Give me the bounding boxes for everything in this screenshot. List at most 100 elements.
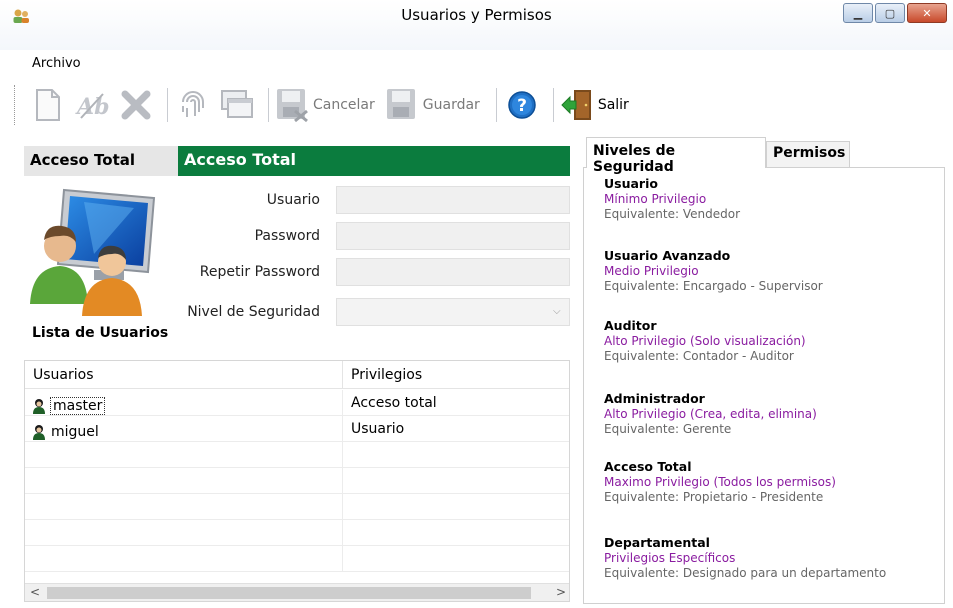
exit-label: Salir: [597, 97, 629, 113]
table-row-empty: [25, 494, 569, 520]
empty-cell: [343, 468, 569, 494]
toolbar-separator: [552, 88, 554, 122]
exit-button[interactable]: Salir: [560, 87, 629, 123]
save-label: Guardar: [422, 97, 480, 113]
table-row-empty: [25, 520, 569, 546]
scroll-left-icon[interactable]: <: [27, 585, 43, 601]
repeat-password-input[interactable]: [336, 258, 570, 286]
minimize-icon: ▁: [853, 6, 863, 20]
maximize-icon: ▢: [884, 6, 896, 20]
rename-icon: Ab: [75, 93, 109, 120]
user-cell[interactable]: master: [25, 390, 343, 416]
privilege-cell[interactable]: Usuario: [343, 416, 569, 442]
tab-permisos[interactable]: Permisos: [766, 141, 850, 167]
empty-cell: [25, 520, 343, 546]
level-equivalent: Equivalente: Contador - Auditor: [604, 349, 794, 363]
toolbar-grip[interactable]: [14, 85, 17, 125]
level-name: Acceso Total: [604, 459, 692, 474]
level-departamental: Departamental Privilegios Específicos Eq…: [604, 535, 886, 580]
level-equivalent: Equivalente: Encargado - Supervisor: [604, 279, 823, 293]
level-name: Administrador: [604, 391, 705, 406]
level-equivalent: Equivalente: Propietario - Presidente: [604, 490, 824, 504]
delete-button[interactable]: [117, 86, 155, 124]
menu-bar: Archivo: [0, 52, 953, 76]
scroll-right-icon[interactable]: >: [553, 585, 569, 601]
user-name: miguel: [51, 423, 99, 440]
security-level-select[interactable]: ⌵: [336, 298, 570, 326]
title-bar: Usuarios y Permisos ▁ ▢ ✕: [0, 0, 953, 50]
toolbar-separator: [268, 88, 269, 122]
level-privilege: Alto Privilegio (Solo visualización): [604, 334, 806, 348]
empty-cell: [343, 520, 569, 546]
password-label: Password: [254, 228, 320, 244]
level-privilege: Medio Privilegio: [604, 264, 699, 278]
minimize-button[interactable]: ▁: [843, 3, 873, 23]
cancel-button[interactable]: Cancelar: [275, 87, 375, 123]
user-icon: [33, 424, 45, 440]
toolbar-separator: [167, 88, 168, 122]
horizontal-scrollbar[interactable]: < >: [25, 583, 569, 601]
user-cell[interactable]: miguel: [25, 416, 343, 442]
usuario-label: Usuario: [266, 192, 320, 208]
selected-level-label: Acceso Total: [24, 146, 178, 176]
level-equivalent: Equivalente: Gerente: [604, 422, 732, 436]
help-button[interactable]: ?: [503, 86, 541, 124]
security-levels-panel: Usuario Mínimo Privilegio Equivalente: V…: [583, 167, 945, 604]
fingerprint-icon: [182, 91, 204, 117]
empty-cell: [343, 442, 569, 468]
empty-cell: [25, 546, 343, 572]
level-privilege: Alto Privilegio (Crea, edita, elimina): [604, 407, 817, 421]
toolbar-separator: [495, 88, 497, 122]
table-row-empty: [25, 546, 569, 572]
save-button[interactable]: Guardar: [385, 87, 480, 123]
empty-cell: [25, 442, 343, 468]
user-icon: [33, 398, 45, 414]
level-name: Usuario Avanzado: [604, 248, 731, 263]
level-name: Auditor: [604, 318, 657, 333]
maximize-button[interactable]: ▢: [875, 3, 905, 23]
table-row[interactable]: master Acceso total: [25, 390, 569, 416]
help-icon: ?: [508, 91, 536, 119]
password-input[interactable]: [336, 222, 570, 250]
repeat-password-label: Repetir Password: [199, 264, 320, 280]
column-header-privilegios[interactable]: Privilegios: [343, 361, 569, 389]
level-equivalent: Equivalente: Vendedor: [604, 207, 741, 221]
cancel-disk-icon: [277, 89, 308, 123]
users-avatar-icon: [30, 188, 156, 316]
menu-archivo[interactable]: Archivo: [32, 56, 81, 71]
table-row-empty: [25, 468, 569, 494]
tab-niveles-de-seguridad[interactable]: Niveles de Seguridad: [586, 137, 766, 175]
table-row[interactable]: miguel Usuario: [25, 416, 569, 442]
level-privilege: Maximo Privilegio (Todos los permisos): [604, 475, 836, 489]
delete-icon: [121, 90, 151, 120]
level-auditor: Auditor Alto Privilegio (Solo visualizac…: [604, 318, 806, 363]
cancel-label: Cancelar: [313, 97, 375, 113]
svg-text:?: ?: [517, 96, 527, 116]
empty-cell: [343, 494, 569, 520]
close-button[interactable]: ✕: [907, 3, 947, 23]
user-name: master: [49, 396, 106, 415]
table-row-empty: [25, 442, 569, 468]
level-usuario: Usuario Mínimo Privilegio Equivalente: V…: [604, 176, 740, 221]
privilege-cell[interactable]: Acceso total: [343, 390, 569, 416]
level-equivalent: Equivalente: Designado para un departame…: [604, 566, 887, 580]
toolbar: Ab Cancelar Guardar ? Salir: [0, 78, 953, 132]
fingerprint-button[interactable]: [174, 86, 212, 124]
users-table[interactable]: Usuarios Privilegios master Acceso total…: [24, 360, 570, 602]
windows-icon: [221, 90, 253, 118]
usuario-input[interactable]: [336, 186, 570, 214]
scrollbar-thumb[interactable]: [47, 587, 531, 599]
windows-button[interactable]: [218, 86, 256, 124]
level-acceso-total: Acceso Total Maximo Privilegio (Todos lo…: [604, 459, 836, 504]
level-usuario-avanzado: Usuario Avanzado Medio Privilegio Equiva…: [604, 248, 823, 293]
window-title: Usuarios y Permisos: [401, 6, 552, 24]
chevron-down-icon: ⌵: [553, 306, 561, 317]
empty-cell: [25, 468, 343, 494]
security-level-label: Nivel de Seguridad: [187, 304, 320, 320]
empty-cell: [343, 546, 569, 572]
rename-button[interactable]: Ab: [73, 86, 111, 124]
close-icon: ✕: [922, 6, 932, 20]
new-document-button[interactable]: [29, 86, 67, 124]
column-header-usuarios[interactable]: Usuarios: [25, 361, 343, 389]
level-privilege: Privilegios Específicos: [604, 551, 736, 565]
